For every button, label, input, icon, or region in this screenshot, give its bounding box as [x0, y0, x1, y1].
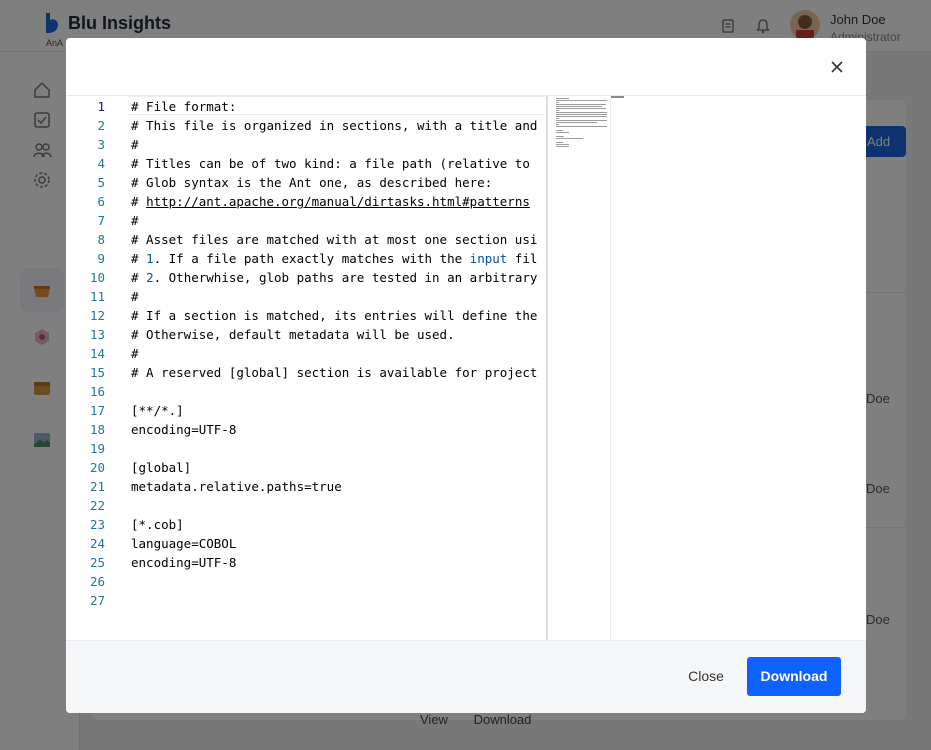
minimap-line	[556, 126, 607, 127]
minimap-line	[556, 138, 583, 139]
line-number: 6	[97, 194, 105, 209]
line-number: 10	[89, 270, 105, 285]
line-number: 24	[89, 536, 105, 551]
line-number: 14	[89, 346, 105, 361]
code-line: #	[131, 213, 139, 228]
code-line: metadata.relative.paths=true	[131, 479, 342, 494]
line-number: 26	[89, 574, 105, 589]
minimap[interactable]	[548, 96, 610, 640]
minimap-line	[556, 146, 569, 147]
minimap-line	[556, 144, 569, 145]
minimap-line	[556, 114, 607, 115]
minimap-slider[interactable]	[610, 96, 624, 98]
code-area[interactable]: # File format: # This file is organized i…	[128, 96, 546, 640]
line-number: 25	[89, 555, 105, 570]
line-number: 17	[89, 403, 105, 418]
close-button[interactable]: Close	[670, 657, 742, 695]
line-number: 23	[89, 517, 105, 532]
line-number: 3	[97, 137, 105, 152]
code-editor[interactable]: 1 2 3 4 5 6 7 8 9 10 11 12 13 14 15 16 17 18 19 20 21 22 23 24 2…	[66, 96, 866, 640]
line-number: 18	[89, 422, 105, 437]
comment-prefix: #	[131, 194, 147, 209]
close-icon[interactable]	[827, 57, 847, 77]
code-line: # A reserved [global] section is availab…	[131, 365, 538, 380]
minimap-line	[556, 98, 569, 99]
line-number: 16	[89, 384, 105, 399]
line-number: 20	[89, 460, 105, 475]
code-line: encoding=UTF-8	[131, 422, 237, 437]
minimap-line	[556, 104, 606, 105]
code-line: # 1. If a file path exactly matches with…	[131, 249, 537, 268]
file-preview-modal: 1 2 3 4 5 6 7 8 9 10 11 12 13 14 15 16 17 18 19 20 21 22 23 24 2…	[66, 38, 866, 713]
line-number: 2	[97, 118, 105, 133]
minimap-line	[556, 112, 607, 113]
code-text: #	[131, 270, 147, 285]
code-line: [*.cob]	[131, 517, 184, 532]
minimap-line	[556, 116, 607, 117]
code-line: # If a section is matched, its entries w…	[131, 308, 538, 323]
code-line: # File format:	[131, 99, 237, 114]
code-line: #	[131, 346, 139, 361]
line-number: 13	[89, 327, 105, 342]
code-text: . Otherwhise, glob paths are tested in a…	[153, 270, 538, 285]
minimap-line	[556, 120, 607, 121]
code-line: # http://ant.apache.org/manual/dirtasks.…	[131, 192, 530, 211]
code-line: #	[131, 137, 139, 152]
code-token: input	[469, 251, 508, 266]
code-line: # Asset files are matched with at most o…	[131, 232, 538, 247]
code-line: [global]	[131, 460, 192, 475]
line-number: 9	[97, 251, 105, 266]
download-button[interactable]: Download	[747, 657, 841, 696]
code-line: encoding=UTF-8	[131, 555, 237, 570]
code-line: # This file is organized in sections, wi…	[131, 118, 538, 133]
minimap-line	[556, 102, 559, 103]
line-number: 12	[89, 308, 105, 323]
line-number: 27	[89, 593, 105, 608]
line-number: 22	[89, 498, 105, 513]
line-number: 21	[89, 479, 105, 494]
line-number: 8	[97, 232, 105, 247]
line-number: 11	[89, 289, 105, 304]
code-line: language=COBOL	[131, 536, 237, 551]
minimap-edge	[610, 96, 611, 640]
code-link[interactable]: http://ant.apache.org/manual/dirtasks.ht…	[146, 194, 530, 209]
line-number: 5	[97, 175, 105, 190]
code-token: 1	[146, 251, 154, 266]
minimap-line	[556, 136, 564, 137]
line-number: 7	[97, 213, 105, 228]
minimap-line	[556, 118, 559, 119]
code-line: #	[131, 289, 139, 304]
minimap-line	[556, 106, 602, 107]
code-text: #	[131, 251, 147, 266]
minimap-line	[556, 110, 559, 111]
line-number-gutter: 1 2 3 4 5 6 7 8 9 10 11 12 13 14 15 16 17 18 19 20 21 22 23 24 2…	[66, 96, 128, 640]
code-token: 2	[146, 270, 154, 285]
line-number: 19	[89, 441, 105, 456]
minimap-line	[556, 122, 597, 123]
minimap-line	[556, 100, 607, 101]
minimap-line	[556, 130, 563, 131]
minimap-line	[556, 124, 559, 125]
minimap-line	[556, 108, 606, 109]
modal-title-redacted	[87, 59, 185, 72]
code-line: [**/*.]	[131, 403, 184, 418]
minimap-line	[556, 132, 569, 133]
code-line: # Glob syntax is the Ant one, as describ…	[131, 175, 493, 190]
code-line: # Titles can be of two kind: a file path…	[131, 156, 530, 171]
code-text: . If a file path exactly matches with th…	[153, 251, 470, 266]
minimap-line	[556, 142, 563, 143]
code-line: # 2. Otherwhise, glob paths are tested i…	[131, 268, 537, 287]
line-number: 15	[89, 365, 105, 380]
code-text: fil	[507, 251, 538, 266]
modal-footer: Close Download	[66, 641, 866, 713]
code-line: # Otherwise, default metadata will be us…	[131, 327, 455, 342]
line-number: 4	[97, 156, 105, 171]
line-number: 1	[97, 99, 105, 114]
